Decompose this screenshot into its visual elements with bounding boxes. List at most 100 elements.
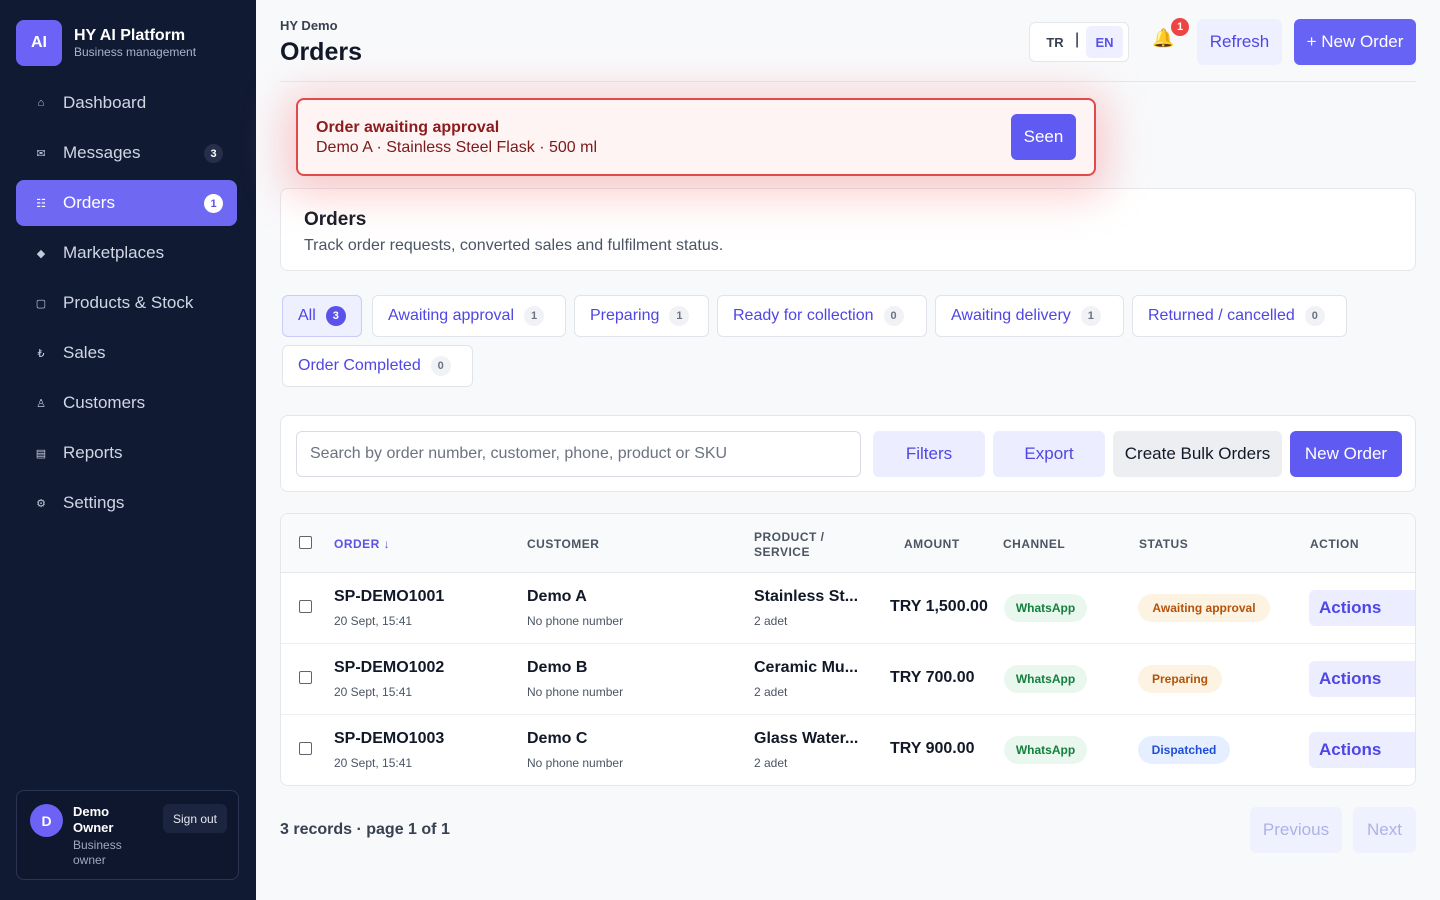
- gear-icon: ⚙: [36, 497, 46, 510]
- column-amount: AMOUNT: [904, 537, 960, 551]
- brand: AI HY AI Platform Business management: [16, 20, 196, 66]
- export-button[interactable]: Export: [993, 431, 1105, 477]
- tab-label: Returned / cancelled: [1148, 307, 1295, 324]
- sidebar-item-label: Products & Stock: [63, 293, 194, 312]
- new-order-button[interactable]: New Order: [1290, 431, 1402, 477]
- sidebar-item-orders[interactable]: ☷ Orders 1: [16, 180, 237, 226]
- customer-name: Demo C: [527, 730, 588, 747]
- user-card: D Demo Owner Business owner Sign out: [16, 790, 239, 880]
- column-status: STATUS: [1139, 537, 1189, 551]
- orders-info-card: Orders Track order requests, converted s…: [280, 188, 1416, 271]
- previous-page-button[interactable]: Previous: [1250, 807, 1342, 853]
- order-number[interactable]: SP-DEMO1001: [334, 588, 444, 606]
- records-summary: 3 records · page 1 of 1: [280, 821, 450, 838]
- sidebar-item-label: Settings: [63, 493, 125, 512]
- create-bulk-orders-button[interactable]: Create Bulk Orders: [1113, 431, 1282, 477]
- tab-awaiting-approval[interactable]: Awaiting approval 1: [372, 295, 566, 337]
- tab-label: Awaiting approval: [388, 307, 515, 324]
- new-order-header-button[interactable]: + New Order: [1294, 19, 1416, 65]
- tab-order-completed[interactable]: Order Completed 0: [282, 345, 473, 387]
- orders-table: ORDER ↓ CUSTOMER PRODUCT / SERVICE AMOUN…: [280, 513, 1416, 786]
- sidebar: AI HY AI Platform Business management ⌂ D…: [0, 0, 256, 900]
- tab-label: Order Completed: [298, 357, 421, 374]
- order-date: 20 Sept, 15:41: [334, 756, 413, 770]
- row-checkbox[interactable]: [299, 671, 312, 684]
- brand-title: HY AI Platform: [74, 27, 186, 44]
- table-row: SP-DEMO1003 20 Sept, 15:41 Demo C No phone …: [281, 715, 1415, 785]
- tab-ready-for-collection[interactable]: Ready for collection 0: [717, 295, 927, 337]
- tab-count-badge: 1: [524, 306, 545, 326]
- product-quantity: 2 adet: [754, 685, 788, 699]
- filters-button[interactable]: Filters: [873, 431, 985, 477]
- order-amount: TRY 1,500.00: [890, 598, 988, 615]
- refresh-button[interactable]: Refresh: [1197, 19, 1282, 65]
- tab-label: Ready for collection: [733, 307, 874, 324]
- brand-text: HY AI Platform Business management: [74, 27, 196, 59]
- sidebar-item-settings[interactable]: ⚙ Settings: [16, 480, 237, 526]
- product-name: Ceramic Mu...: [754, 659, 859, 676]
- home-icon: ⌂: [37, 97, 45, 109]
- tab-awaiting-delivery[interactable]: Awaiting delivery 1: [935, 295, 1124, 337]
- language-en-button[interactable]: EN: [1086, 26, 1123, 58]
- actions-button[interactable]: Actions: [1309, 590, 1415, 626]
- tab-returned-cancelled[interactable]: Returned / cancelled 0: [1132, 295, 1347, 337]
- sidebar-item-reports[interactable]: ▤ Reports: [16, 430, 237, 476]
- status-badge: Preparing: [1138, 665, 1222, 693]
- sidebar-item-products-stock[interactable]: ▢ Products & Stock: [16, 280, 237, 326]
- sidebar-item-marketplaces[interactable]: ◆ Marketplaces: [16, 230, 237, 276]
- channel-badge: WhatsApp: [1004, 736, 1087, 764]
- order-amount: TRY 700.00: [890, 669, 975, 686]
- actions-button[interactable]: Actions: [1309, 661, 1415, 697]
- bell-icon[interactable]: 🔔: [1152, 28, 1174, 50]
- customer-phone: No phone number: [527, 756, 624, 770]
- orders-toolbar: Filters Export Create Bulk Orders New Or…: [280, 415, 1416, 492]
- tab-count-badge: 0: [430, 356, 451, 376]
- notification-badge: 1: [1171, 18, 1189, 36]
- status-badge: Awaiting approval: [1138, 594, 1270, 622]
- order-amount: TRY 900.00: [890, 740, 975, 757]
- tab-count-badge: 1: [669, 306, 690, 326]
- sidebar-item-label: Sales: [63, 343, 106, 362]
- language-switcher: TR | EN: [1029, 22, 1129, 62]
- sidebar-item-dashboard[interactable]: ⌂ Dashboard: [16, 80, 237, 126]
- sidebar-item-label: Marketplaces: [63, 243, 165, 262]
- actions-button[interactable]: Actions: [1309, 732, 1415, 768]
- report-icon: ▤: [35, 447, 47, 460]
- row-checkbox[interactable]: [299, 742, 312, 755]
- sidebar-item-label: Reports: [63, 443, 123, 462]
- alert-text: Demo A · Stainless Steel Flask · 500 ml: [316, 139, 597, 156]
- column-order[interactable]: ORDER ↓: [334, 537, 390, 551]
- tab-all[interactable]: All 3: [282, 295, 362, 337]
- tab-count-badge: 3: [325, 306, 346, 326]
- product-name: Glass Water...: [754, 730, 859, 747]
- order-number[interactable]: SP-DEMO1003: [334, 730, 444, 748]
- main-content: HY Demo Orders TR | EN 🔔 1 Refresh + New…: [256, 0, 1440, 900]
- sidebar-item-messages[interactable]: ✉ Messages 3: [16, 130, 237, 176]
- sidebar-item-customers[interactable]: ♙ Customers: [16, 380, 237, 426]
- sidebar-item-label: Dashboard: [63, 93, 147, 112]
- tab-label: Awaiting delivery: [951, 307, 1071, 324]
- row-checkbox[interactable]: [299, 600, 312, 613]
- customer-name: Demo A: [527, 588, 587, 605]
- customer-name: Demo B: [527, 659, 588, 676]
- customer-phone: No phone number: [527, 614, 624, 628]
- column-product-line1: PRODUCT /: [754, 530, 825, 544]
- sidebar-item-label: Orders: [63, 193, 115, 212]
- user-name: Demo Owner: [73, 804, 114, 835]
- sign-out-button[interactable]: Sign out: [163, 804, 227, 833]
- next-page-button[interactable]: Next: [1353, 807, 1416, 853]
- tab-preparing[interactable]: Preparing 1: [574, 295, 709, 337]
- order-number[interactable]: SP-DEMO1002: [334, 659, 444, 677]
- language-separator: |: [1075, 31, 1080, 48]
- product-quantity: 2 adet: [754, 614, 788, 628]
- sidebar-item-sales[interactable]: ₺ Sales: [16, 330, 237, 376]
- column-channel: CHANNEL: [1003, 537, 1066, 551]
- search-input[interactable]: [296, 431, 861, 477]
- mail-icon: ✉: [36, 147, 46, 160]
- select-all-checkbox[interactable]: [299, 536, 312, 549]
- tab-label: All: [298, 307, 316, 324]
- seen-button[interactable]: Seen: [1011, 114, 1076, 160]
- sidebar-item-label: Customers: [63, 393, 146, 412]
- tab-count-badge: 0: [883, 306, 904, 326]
- language-tr-button[interactable]: TR: [1042, 33, 1068, 53]
